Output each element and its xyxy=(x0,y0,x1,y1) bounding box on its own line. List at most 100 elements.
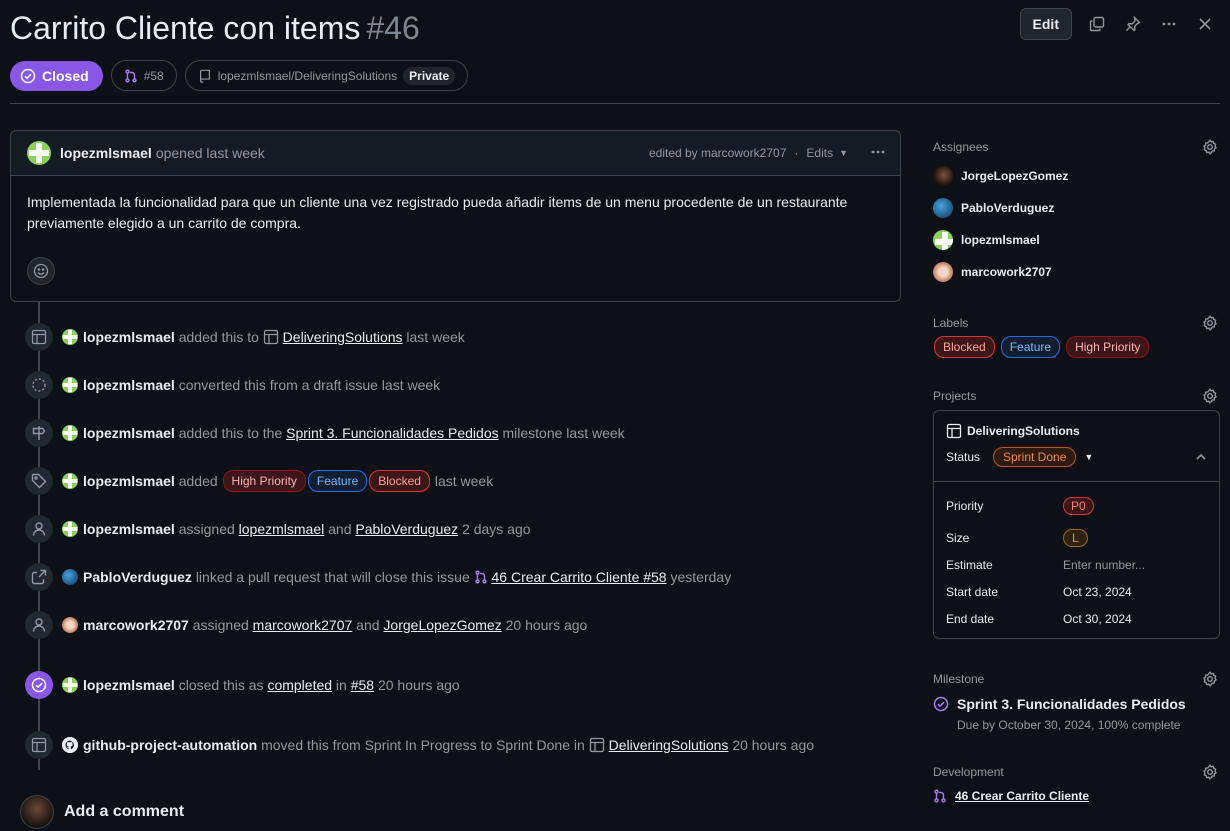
tag-icon xyxy=(25,467,53,495)
assignee-item[interactable]: JorgeLopezGomez xyxy=(933,166,1218,186)
assignee-link[interactable]: JorgeLopezGomez xyxy=(383,617,501,633)
project-card-header: DeliveringSolutions Status Sprint Done ▼ xyxy=(934,411,1219,482)
avatar xyxy=(933,198,953,218)
table-icon xyxy=(25,731,53,759)
repo-icon xyxy=(199,69,210,83)
projects-title: Projects xyxy=(933,389,977,403)
add-comment-title: Add a comment xyxy=(64,803,185,820)
event-actor[interactable]: marcowork2707 xyxy=(83,617,189,633)
completed-link[interactable]: completed xyxy=(267,677,332,693)
label-blocked[interactable]: Blocked xyxy=(934,336,995,358)
linked-pr-pill[interactable]: #58 xyxy=(110,60,177,91)
label-blocked[interactable]: Blocked xyxy=(369,470,430,492)
pin-icon[interactable] xyxy=(1122,13,1144,35)
start-date-value: Oct 23, 2024 xyxy=(1063,584,1132,599)
avatar[interactable] xyxy=(62,473,78,489)
avatar xyxy=(933,230,953,250)
event-actor[interactable]: lopezmlsmael xyxy=(83,677,175,693)
project-name-row[interactable]: DeliveringSolutions xyxy=(946,423,1207,439)
event-actor[interactable]: github-project-automation xyxy=(83,737,257,753)
close-icon[interactable] xyxy=(1194,13,1216,35)
issue-body-comment: lopezmlsmael opened last week edited by … xyxy=(10,130,901,302)
github-icon[interactable] xyxy=(62,737,78,753)
milestone-item[interactable]: Sprint 3. Funcionalidades Pedidos xyxy=(933,696,1218,712)
milestone-link[interactable]: Sprint 3. Funcionalidades Pedidos xyxy=(286,425,498,441)
avatar[interactable] xyxy=(27,141,51,165)
avatar[interactable] xyxy=(62,677,78,693)
avatar[interactable] xyxy=(62,521,78,537)
gear-icon[interactable] xyxy=(1202,388,1218,404)
event-actor[interactable]: lopezmlsmael xyxy=(83,521,175,537)
timeline-event: github-project-automation moved this fro… xyxy=(25,730,814,760)
avatar xyxy=(933,166,953,186)
project-fields: Priority P0 Size L Estimate Enter number...… xyxy=(934,482,1219,638)
event-actor[interactable]: lopezmlsmael xyxy=(83,377,175,393)
assignees-header: Assignees xyxy=(933,138,1218,158)
project-link[interactable]: DeliveringSolutions xyxy=(609,737,729,753)
gear-icon[interactable] xyxy=(1202,315,1218,331)
development-header: Development xyxy=(933,763,1218,783)
estimate-input[interactable]: Enter number... xyxy=(1063,558,1145,572)
field-end-date[interactable]: End date Oct 30, 2024 xyxy=(946,605,1207,632)
issue-meta: Closed #58 lopezmlsmael/DeliveringSoluti… xyxy=(10,60,469,91)
status-badge: Closed xyxy=(10,60,103,91)
field-start-date[interactable]: Start date Oct 23, 2024 xyxy=(946,578,1207,605)
assignees-title: Assignees xyxy=(933,140,989,154)
label-high-priority[interactable]: High Priority xyxy=(1066,336,1150,358)
check-circle-icon xyxy=(933,696,949,712)
emoji-reaction-icon[interactable] xyxy=(27,257,55,285)
gear-icon[interactable] xyxy=(1202,139,1218,155)
avatar[interactable] xyxy=(62,425,78,441)
event-actor[interactable]: lopezmlsmael xyxy=(83,473,175,489)
chevron-up-icon[interactable] xyxy=(1195,451,1207,463)
status-value[interactable]: Sprint Done xyxy=(993,447,1077,467)
edited-by[interactable]: edited by marcowork2707 xyxy=(649,146,786,160)
label-high-priority[interactable]: High Priority xyxy=(222,470,306,492)
comment-header: lopezmlsmael opened last week edited by … xyxy=(11,131,900,176)
avatar[interactable] xyxy=(62,569,78,585)
field-estimate[interactable]: Estimate Enter number... xyxy=(946,551,1207,578)
edit-button[interactable]: Edit xyxy=(1019,8,1072,40)
pr-ref-link[interactable]: #58 xyxy=(351,677,374,693)
development-item[interactable]: 46 Crear Carrito Cliente xyxy=(933,789,1218,803)
label-feature[interactable]: Feature xyxy=(307,470,368,492)
field-size[interactable]: Size L xyxy=(946,524,1207,551)
assignee-link[interactable]: marcowork2707 xyxy=(253,617,353,633)
pull-request-link[interactable]: 46 Crear Carrito Cliente #58 xyxy=(492,569,667,585)
timeline-event: lopezmlsmael added this to DeliveringSol… xyxy=(25,322,465,352)
person-icon xyxy=(25,611,53,639)
avatar[interactable] xyxy=(62,617,78,633)
label-feature[interactable]: Feature xyxy=(1000,336,1061,358)
comment-menu-icon[interactable] xyxy=(870,144,886,163)
avatar[interactable] xyxy=(20,795,54,829)
project-link[interactable]: DeliveringSolutions xyxy=(283,329,403,345)
field-priority[interactable]: Priority P0 xyxy=(946,492,1207,519)
event-actor[interactable]: PabloVerduguez xyxy=(83,569,192,585)
assignee-item[interactable]: PabloVerduguez xyxy=(933,198,1218,218)
event-actor[interactable]: lopezmlsmael xyxy=(83,329,175,345)
chevron-down-icon[interactable]: ▼ xyxy=(1084,452,1093,462)
avatar[interactable] xyxy=(62,377,78,393)
assignee-link[interactable]: lopezmlsmael xyxy=(239,521,325,537)
repo-pill[interactable]: lopezmlsmael/DeliveringSolutions Private xyxy=(184,60,469,91)
assignee-item[interactable]: lopezmlsmael xyxy=(933,230,1218,250)
project-icon xyxy=(589,737,604,753)
milestone-name: Sprint 3. Funcionalidades Pedidos xyxy=(957,696,1186,712)
header-actions: Edit xyxy=(1019,8,1216,40)
more-icon[interactable] xyxy=(1158,13,1180,35)
timeline-event: lopezmlsmael added High Priority Feature B… xyxy=(25,466,493,496)
chevron-down-icon[interactable]: ▼ xyxy=(839,148,848,158)
project-status-row: Status Sprint Done ▼ xyxy=(946,447,1207,467)
copy-icon[interactable] xyxy=(1086,13,1108,35)
gear-icon[interactable] xyxy=(1202,764,1218,780)
assignee-item[interactable]: marcowork2707 xyxy=(933,262,1218,282)
comment-author[interactable]: lopezmlsmael xyxy=(60,145,152,161)
avatar[interactable] xyxy=(62,329,78,345)
add-comment-header: Add a comment xyxy=(20,795,184,829)
event-actor[interactable]: lopezmlsmael xyxy=(83,425,175,441)
issue-number: #46 xyxy=(366,10,420,46)
project-card: DeliveringSolutions Status Sprint Done ▼… xyxy=(933,410,1220,639)
gear-icon[interactable] xyxy=(1202,671,1218,687)
assignee-link[interactable]: PabloVerduguez xyxy=(355,521,458,537)
edits-dropdown[interactable]: Edits xyxy=(806,146,833,160)
